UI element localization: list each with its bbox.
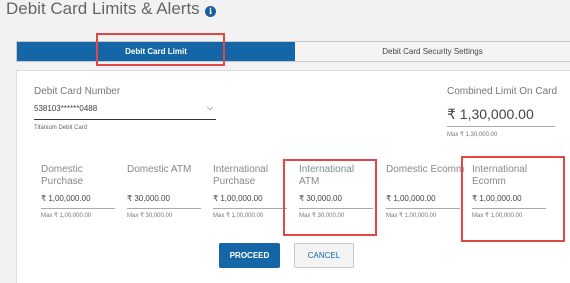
limit-max: Max ₹ 1,00,000.00 (386, 213, 437, 219)
limit-amount-input[interactable]: ₹ 30,000.00 (127, 193, 211, 205)
card-number-label: Debit Card Number (34, 86, 121, 97)
card-type-label: Titanium Debit Card (34, 125, 88, 131)
cancel-button[interactable]: CANCEL (294, 243, 354, 268)
limit-underline (386, 208, 460, 209)
limit-label: Domestic ATM (127, 164, 192, 175)
limit-amount-input[interactable]: ₹ 1,00,000.00 (386, 193, 470, 205)
highlight-box-tab (96, 33, 225, 66)
limit-amount-input[interactable]: ₹ 1,00,000.00 (41, 193, 125, 205)
limit-underline (41, 208, 115, 209)
limit-label: Domestic Purchase (41, 164, 84, 187)
page-title: Debit Card Limits & Alerts (6, 0, 200, 18)
highlight-box-international-atm (283, 159, 377, 236)
card-number-select[interactable]: 538103******0488 (34, 104, 97, 113)
limit-max: Max ₹ 30,000.00 (127, 213, 173, 219)
proceed-button[interactable]: PROCEED (219, 243, 280, 268)
chevron-down-icon[interactable]: ⌵ (207, 103, 213, 113)
combined-limit-max: Max ₹ 1,30,000.00 (447, 132, 498, 138)
combined-limit-underline (447, 126, 555, 127)
limit-domestic-atm: Domestic ATM ₹ 30,000.00 Max ₹ 30,000.00 (127, 164, 211, 219)
highlight-box-international-ecomm (461, 156, 565, 242)
limit-max: Max ₹ 1,00,000.00 (41, 213, 92, 219)
limit-underline (127, 208, 201, 209)
limit-label: Domestic Ecomm (386, 164, 465, 175)
info-icon[interactable]: i (205, 6, 216, 17)
tab-debit-card-security-settings[interactable]: Debit Card Security Settings (295, 42, 570, 61)
card-select-underline (34, 119, 216, 120)
combined-limit-input[interactable]: ₹ 1,30,000.00 (447, 106, 534, 123)
combined-limit-label: Combined Limit On Card (447, 86, 558, 97)
limit-domestic-ecomm: Domestic Ecomm ₹ 1,00,000.00 Max ₹ 1,00,… (386, 164, 470, 219)
limit-domestic-purchase: Domestic Purchase ₹ 1,00,000.00 Max ₹ 1,0… (41, 164, 125, 219)
limit-underline (213, 208, 287, 209)
